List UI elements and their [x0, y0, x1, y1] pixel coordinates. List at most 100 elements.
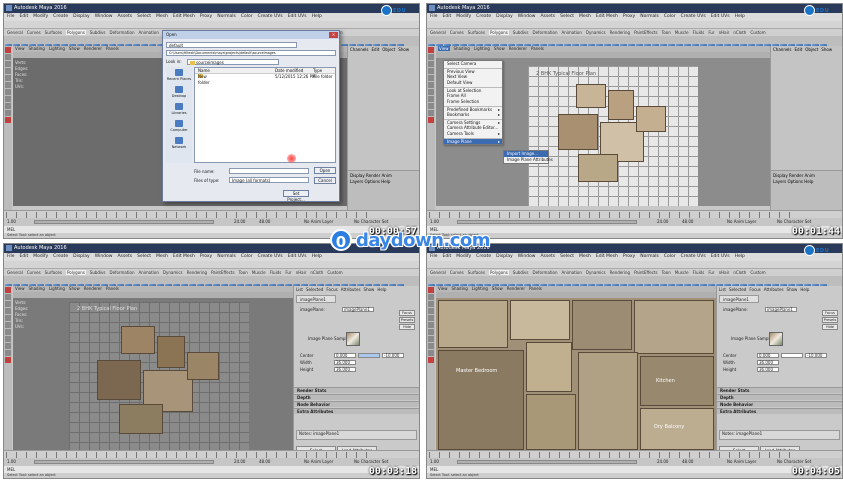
- menu-item-camera-tools[interactable]: Camera Tools ▸: [444, 131, 502, 137]
- start-time[interactable]: 1.00: [430, 458, 439, 466]
- lasso-tool-icon[interactable]: [428, 54, 434, 60]
- file-name-input[interactable]: [229, 168, 309, 174]
- menu-edit[interactable]: Edit: [20, 14, 29, 19]
- menu-item-select-camera[interactable]: Select Camera: [444, 61, 502, 67]
- scale-tool-icon[interactable]: [428, 315, 434, 321]
- menu-mesh[interactable]: Mesh: [579, 14, 591, 19]
- toolbox[interactable]: [4, 46, 12, 210]
- range-slider[interactable]: 1.00 24.00 48.00 No Anim Layer No Character …: [4, 458, 419, 466]
- attr-menu-list[interactable]: List: [296, 287, 303, 292]
- hide-button[interactable]: Hide: [822, 324, 838, 330]
- shelf-icons[interactable]: [4, 276, 419, 286]
- shelf-tab-toon[interactable]: Toon: [662, 270, 671, 275]
- panel-menu-renderer[interactable]: Renderer: [509, 46, 527, 51]
- viewport-panel[interactable]: View Shading Lighting Show Renderer Panels Ma…: [436, 286, 716, 452]
- panel-menu-show[interactable]: Show: [494, 46, 505, 51]
- panel-menu-panels[interactable]: Panels: [106, 286, 119, 291]
- layer-tab-render[interactable]: Render: [366, 173, 380, 178]
- menu-file[interactable]: File: [430, 254, 438, 259]
- menu-edit[interactable]: Edit: [443, 254, 452, 259]
- shelf-tab-surfaces[interactable]: Surfaces: [468, 30, 485, 35]
- focus-button[interactable]: Focus: [399, 310, 415, 316]
- attribute-editor[interactable]: List Selected Focus Attributes Show Help imag…: [716, 286, 842, 462]
- menu-assets[interactable]: Assets: [117, 14, 132, 19]
- menu-display[interactable]: Display: [496, 254, 513, 259]
- section-render-stats[interactable]: Render Stats: [717, 387, 842, 393]
- shelf-tab-custom[interactable]: Custom: [327, 270, 342, 275]
- range-handle[interactable]: [34, 460, 214, 464]
- menu-color[interactable]: Color: [664, 14, 676, 19]
- menu-modify[interactable]: Modify: [33, 254, 48, 259]
- shelf-tab-fluids[interactable]: Fluids: [270, 270, 282, 275]
- layout-icon[interactable]: [5, 96, 11, 102]
- viewport-canvas[interactable]: Verts: Edges: Faces: Tris: UVs: 2 BHK Typica…: [13, 298, 293, 452]
- command-line[interactable]: MEL: [4, 466, 419, 473]
- layer-menu-layers[interactable]: Layers: [350, 179, 363, 184]
- menu-assets[interactable]: Assets: [117, 254, 132, 259]
- menu-help[interactable]: Help: [735, 254, 745, 259]
- scale-tool-icon[interactable]: [428, 75, 434, 81]
- menu-edit-mesh[interactable]: Edit Mesh: [173, 14, 195, 19]
- menu-assets[interactable]: Assets: [540, 14, 555, 19]
- attr-input[interactable]: 36.000: [757, 367, 779, 372]
- menu-modify[interactable]: Modify: [456, 254, 471, 259]
- attr-menu-selected[interactable]: Selected: [729, 287, 746, 292]
- panel-menu-show[interactable]: Show: [69, 46, 80, 51]
- layer-menu-help[interactable]: Help: [381, 179, 390, 184]
- layer-tab-display[interactable]: Display: [773, 173, 788, 178]
- toolbox[interactable]: [427, 286, 435, 450]
- move-tool-icon[interactable]: [428, 61, 434, 67]
- menu-create-uvs[interactable]: Create UVs: [258, 254, 283, 259]
- section-depth[interactable]: Depth: [294, 394, 419, 400]
- layout-icon[interactable]: [428, 110, 434, 116]
- layout-icon[interactable]: [428, 357, 434, 363]
- move-tool-icon[interactable]: [5, 61, 11, 67]
- rotate-tool-icon[interactable]: [428, 68, 434, 74]
- panel-menu-lighting[interactable]: Lighting: [474, 46, 490, 51]
- time-slider[interactable]: [427, 210, 842, 218]
- shelf-tab-rendering[interactable]: Rendering: [187, 270, 207, 275]
- layer-tab-display[interactable]: Display: [350, 173, 365, 178]
- shelf-tab-toon[interactable]: Toon: [239, 270, 248, 275]
- menu-proxy[interactable]: Proxy: [623, 254, 635, 259]
- layer-menu-options[interactable]: Options: [788, 179, 803, 184]
- shelf-tab-dynamics[interactable]: Dynamics: [586, 30, 606, 35]
- layout-icon[interactable]: [428, 336, 434, 342]
- lasso-tool-icon[interactable]: [428, 294, 434, 300]
- menu-item-default-view[interactable]: Default View: [444, 80, 502, 86]
- menu-proxy[interactable]: Proxy: [623, 14, 635, 19]
- shelf-tab-curves[interactable]: Curves: [27, 30, 41, 35]
- range-handle[interactable]: [457, 460, 637, 464]
- layout-icon[interactable]: [5, 329, 11, 335]
- channel-menu-edit[interactable]: Edit: [372, 47, 380, 52]
- shelf-tab-nhair[interactable]: nHair: [719, 30, 730, 35]
- layout-icon[interactable]: [5, 110, 11, 116]
- shelf-tab-surfaces[interactable]: Surfaces: [45, 270, 62, 275]
- shelf-tab-fluids[interactable]: Fluids: [693, 30, 705, 35]
- menu-normals[interactable]: Normals: [217, 14, 236, 19]
- panel-menu-view[interactable]: View: [15, 286, 25, 291]
- menu-edit-uvs[interactable]: Edit UVs: [288, 254, 307, 259]
- image-plane[interactable]: 2 BHK Typical Floor Plan: [528, 66, 698, 206]
- rotate-tool-icon[interactable]: [5, 308, 11, 314]
- shelf-tab-deformation[interactable]: Deformation: [110, 270, 135, 275]
- attr-input[interactable]: 0.000: [334, 353, 356, 358]
- toolbox[interactable]: [427, 46, 435, 210]
- range-slider[interactable]: 1.00 24.00 48.00 No Anim Layer No Character …: [427, 458, 842, 466]
- layout-icon[interactable]: [5, 350, 11, 356]
- attr-input[interactable]: 36.000: [757, 360, 779, 365]
- menu-item-image-plane-attributes[interactable]: Image Plane Attributes: [504, 157, 553, 163]
- menu-normals[interactable]: Normals: [217, 254, 236, 259]
- menu-edit-uvs[interactable]: Edit UVs: [288, 14, 307, 19]
- shelf-tab-polygons[interactable]: Polygons: [488, 30, 509, 35]
- menu-select[interactable]: Select: [137, 254, 151, 259]
- layout-icon[interactable]: [428, 329, 434, 335]
- notes-field[interactable]: Notes: imagePlane1: [719, 430, 840, 440]
- section-extra-attributes[interactable]: Extra Attributes: [717, 408, 842, 414]
- menu-color[interactable]: Color: [241, 254, 253, 259]
- layout-icon[interactable]: [5, 343, 11, 349]
- layout-icon[interactable]: [5, 82, 11, 88]
- menu-window[interactable]: Window: [95, 254, 113, 259]
- place-computer[interactable]: Computer: [166, 118, 192, 135]
- shelf-tab-muscle[interactable]: Muscle: [675, 30, 689, 35]
